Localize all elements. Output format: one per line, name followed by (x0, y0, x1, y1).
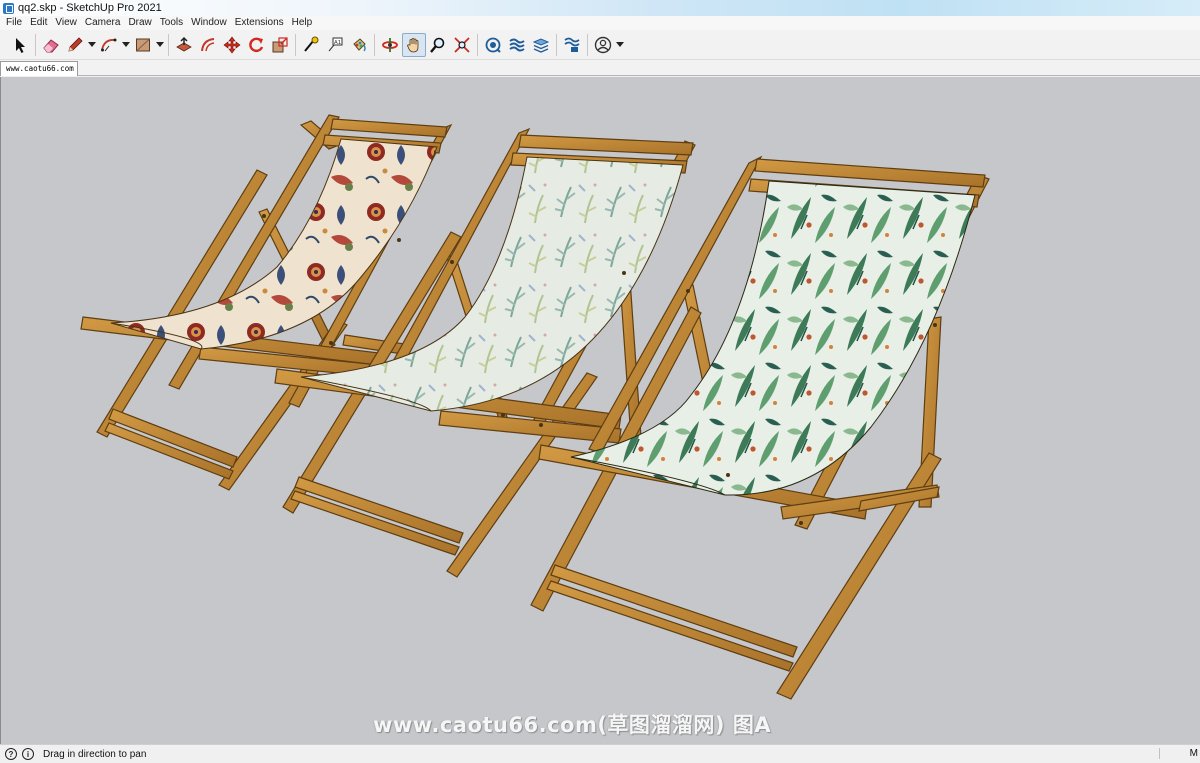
menu-edit[interactable]: Edit (26, 16, 51, 30)
info-icon[interactable] (22, 748, 34, 760)
orbit-tool-button[interactable] (378, 33, 402, 57)
layers-icon (532, 37, 550, 53)
toolbar-separator (168, 33, 169, 56)
window-title: qq2.skp - SketchUp Pro 2021 (18, 2, 162, 14)
zoom-tool-button[interactable] (426, 33, 450, 57)
extension-icon (509, 38, 525, 51)
arc-tool-button[interactable] (97, 33, 121, 57)
title-bar: qq2.skp - SketchUp Pro 2021 (0, 0, 1200, 16)
menu-window[interactable]: Window (187, 16, 231, 30)
text-tool-button[interactable]: A1 (323, 33, 347, 57)
tape-measure-icon (304, 36, 319, 52)
text-icon: A1 (328, 37, 343, 51)
menu-bar: File Edit View Camera Draw Tools Window … (0, 16, 1200, 30)
rotate-tool-button[interactable] (244, 33, 268, 57)
hand-icon (407, 37, 419, 52)
extension-manager-button[interactable] (560, 33, 584, 57)
offset-icon (201, 37, 215, 51)
magnifier-icon (430, 37, 445, 53)
shape-tool-button[interactable] (131, 33, 155, 57)
select-tool-button[interactable] (8, 33, 32, 57)
rectangle-icon (136, 38, 150, 51)
paint-bucket-tool-button[interactable] (347, 33, 371, 57)
paint-bucket-icon (353, 37, 366, 52)
menu-camera[interactable]: Camera (81, 16, 125, 30)
warehouse-icon (485, 37, 501, 53)
toolbar-separator (374, 33, 375, 56)
eraser-tool-button[interactable] (39, 33, 63, 57)
scene-tab-bar: www.caotu66.com (0, 60, 1200, 76)
account-button[interactable] (591, 33, 615, 57)
model-scene (80, 114, 990, 700)
extension-warehouse-button[interactable] (505, 33, 529, 57)
move-icon (223, 36, 241, 53)
drawing-viewport[interactable]: www.caotu66.com(草图溜溜网) 图A (0, 77, 1200, 744)
menu-tools[interactable]: Tools (156, 16, 187, 30)
toolbar-separator (477, 33, 478, 56)
scale-icon (272, 36, 288, 52)
layout-button[interactable] (529, 33, 553, 57)
watermark-text: www.caotu66.com(草图溜溜网) 图A (373, 713, 772, 737)
menu-extensions[interactable]: Extensions (231, 16, 288, 30)
zoom-extents-icon (454, 36, 470, 53)
status-bar: Drag in direction to pan M (0, 744, 1200, 763)
sketchup-logo-icon (3, 2, 14, 14)
eraser-icon (43, 38, 59, 52)
line-tool-button[interactable] (63, 33, 87, 57)
scale-tool-button[interactable] (268, 33, 292, 57)
3d-warehouse-button[interactable] (481, 33, 505, 57)
toolbar-separator (35, 33, 36, 56)
pencil-icon (68, 36, 83, 52)
zoom-extents-tool-button[interactable] (450, 33, 474, 57)
menu-draw[interactable]: Draw (124, 16, 155, 30)
measurements-label: M (1158, 748, 1198, 759)
sketchup-window: qq2.skp - SketchUp Pro 2021 File Edit Vi… (0, 0, 1200, 763)
deck-chair-floral[interactable] (80, 114, 453, 491)
rotate-icon (249, 37, 264, 52)
svg-text:A1: A1 (334, 40, 341, 46)
toolbar-separator (295, 33, 296, 56)
extension-manager-icon (564, 37, 580, 52)
push-pull-icon (176, 36, 192, 51)
menu-file[interactable]: File (2, 16, 26, 30)
menu-view[interactable]: View (51, 16, 81, 30)
arc-icon (101, 38, 117, 51)
pan-tool-button[interactable] (402, 32, 426, 57)
status-message: Drag in direction to pan (43, 748, 147, 760)
shape-tool-dropdown[interactable] (155, 33, 165, 57)
orbit-icon (382, 37, 398, 52)
toolbar-separator (556, 33, 557, 56)
user-icon (594, 36, 612, 53)
move-tool-button[interactable] (220, 33, 244, 57)
arc-tool-dropdown[interactable] (121, 33, 131, 57)
toolbar-separator (587, 33, 588, 56)
help-icon[interactable] (5, 748, 17, 760)
offset-tool-button[interactable] (196, 33, 220, 57)
arrow-cursor-icon (16, 37, 25, 53)
main-toolbar: A1 (0, 30, 1200, 60)
tape-measure-tool-button[interactable] (299, 33, 323, 57)
scene-tab[interactable]: www.caotu66.com (0, 61, 78, 76)
menu-help[interactable]: Help (288, 16, 317, 30)
line-tool-dropdown[interactable] (87, 33, 97, 57)
account-dropdown[interactable] (615, 33, 625, 57)
push-pull-tool-button[interactable] (172, 33, 196, 57)
